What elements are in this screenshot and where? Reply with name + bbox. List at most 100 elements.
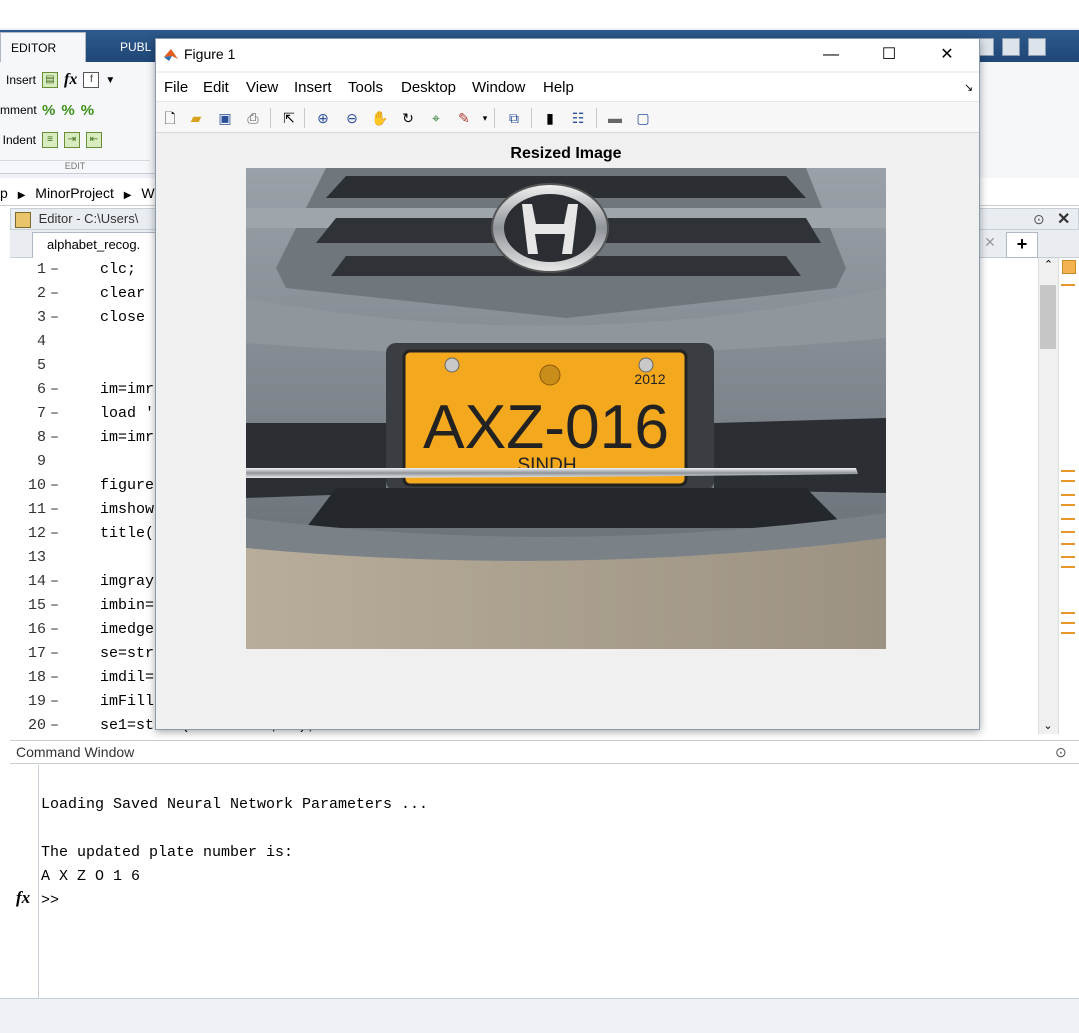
code-text[interactable]: imbin= <box>100 594 154 618</box>
link-plot-icon[interactable]: ⧉ <box>505 109 523 127</box>
breakpoint-marker[interactable]: – <box>50 402 59 426</box>
code-text[interactable]: clear <box>100 282 145 306</box>
scroll-down-icon[interactable]: ⌄ <box>1039 719 1057 732</box>
tab-editor[interactable]: EDITOR <box>0 32 86 62</box>
dock-arrow-icon[interactable]: ↘ <box>964 81 973 94</box>
close-button[interactable]: ✕ <box>918 39 976 71</box>
new-figure-icon[interactable]: 🗋 <box>161 109 179 127</box>
menu-edit[interactable]: Edit <box>203 79 229 96</box>
breakpoint-marker[interactable]: – <box>50 498 59 522</box>
hide-plot-tools-icon[interactable]: ▬ <box>606 109 624 127</box>
rotate-3d-icon[interactable]: ↻ <box>399 109 417 127</box>
line-number[interactable]: 5 <box>10 354 46 378</box>
breadcrumb-item[interactable]: W <box>141 185 154 201</box>
line-number[interactable]: 14 <box>10 570 46 594</box>
ribbon-row-indent[interactable]: Indent ≡ ⇥ ⇤ <box>0 127 102 153</box>
code-text[interactable]: imFill <box>100 690 154 714</box>
ribbon-row-insert[interactable]: Insert ▤ fx f ▼ <box>0 67 115 93</box>
line-number[interactable]: 2 <box>10 282 46 306</box>
line-number[interactable]: 11 <box>10 498 46 522</box>
code-text[interactable]: im=imr <box>100 426 154 450</box>
warning-marker[interactable] <box>1061 470 1075 472</box>
colorbar-icon[interactable]: ▮ <box>541 109 559 127</box>
insert-icon[interactable]: ▤ <box>42 72 58 88</box>
breakpoint-marker[interactable]: – <box>50 618 59 642</box>
menu-help[interactable]: Help <box>543 79 574 96</box>
line-number[interactable]: 3 <box>10 306 46 330</box>
breakpoint-marker[interactable]: – <box>50 714 59 734</box>
line-number[interactable]: 10 <box>10 474 46 498</box>
pointer-icon[interactable]: ⇱ <box>280 109 298 127</box>
line-number[interactable]: 9 <box>10 450 46 474</box>
figure-window[interactable]: Figure 1 — ☐ ✕ File Edit View Insert Too… <box>155 38 980 730</box>
close-tab-icon[interactable]: ✕ <box>980 234 1000 254</box>
line-number[interactable]: 16 <box>10 618 46 642</box>
data-cursor-icon[interactable]: ⌖ <box>427 109 445 127</box>
smart-indent-icon[interactable]: ≡ <box>42 132 58 148</box>
editor-close-icon[interactable]: ✕ <box>1057 209 1070 229</box>
line-number[interactable]: 20 <box>10 714 46 734</box>
breadcrumb-item[interactable]: MinorProject <box>35 185 114 201</box>
code-text[interactable]: im=imr <box>100 378 154 402</box>
menu-insert[interactable]: Insert <box>294 79 332 96</box>
line-number[interactable]: 12 <box>10 522 46 546</box>
warning-marker[interactable] <box>1061 531 1075 533</box>
function-icon[interactable]: f <box>83 72 100 88</box>
zoom-out-icon[interactable]: ⊖ <box>343 109 361 127</box>
code-text[interactable]: se=str <box>100 642 154 666</box>
line-number[interactable]: 13 <box>10 546 46 570</box>
menu-view[interactable]: View <box>246 79 278 96</box>
scroll-up-icon[interactable]: ⌃ <box>1039 258 1058 271</box>
warning-indicator-icon[interactable] <box>1062 260 1076 274</box>
code-text[interactable]: figure <box>100 474 154 498</box>
function-browser-icon[interactable]: fx <box>16 888 30 908</box>
editor-options-icon[interactable]: ⊙ <box>1033 211 1045 228</box>
breakpoint-marker[interactable]: – <box>50 594 59 618</box>
maximize-button[interactable]: ☐ <box>860 39 918 71</box>
line-number[interactable]: 4 <box>10 330 46 354</box>
code-text[interactable]: imshow <box>100 498 154 522</box>
brush-dropdown-icon[interactable]: ▾ <box>476 109 494 127</box>
open-file-icon[interactable]: ▰ <box>187 109 205 127</box>
print-icon[interactable]: ⎙ <box>244 109 262 127</box>
warning-marker[interactable] <box>1061 518 1075 520</box>
save-icon[interactable]: ▣ <box>216 109 234 127</box>
code-text[interactable]: clc; <box>100 258 136 282</box>
legend-icon[interactable]: ☷ <box>569 109 587 127</box>
warning-marker[interactable] <box>1061 543 1075 545</box>
menu-file[interactable]: File <box>164 79 188 96</box>
file-tab[interactable]: alphabet_recog. <box>32 232 157 258</box>
code-text[interactable]: close <box>100 306 145 330</box>
line-number[interactable]: 19 <box>10 690 46 714</box>
breakpoint-marker[interactable]: – <box>50 378 59 402</box>
command-window-options-icon[interactable]: ⊙ <box>1055 744 1067 761</box>
code-text[interactable]: imedge <box>100 618 154 642</box>
ribbon-row-comment[interactable]: mment % % % <box>0 97 94 123</box>
warning-marker[interactable] <box>1061 284 1075 286</box>
show-plot-tools-icon[interactable]: ▢ <box>634 109 652 127</box>
code-text[interactable]: imdil= <box>100 666 154 690</box>
fx-icon[interactable]: fx <box>64 71 77 89</box>
breakpoint-marker[interactable]: – <box>50 306 59 330</box>
zoom-in-icon[interactable]: ⊕ <box>314 109 332 127</box>
breakpoint-marker[interactable]: – <box>50 642 59 666</box>
line-number[interactable]: 8 <box>10 426 46 450</box>
line-number[interactable]: 18 <box>10 666 46 690</box>
warning-marker[interactable] <box>1061 566 1075 568</box>
warning-marker[interactable] <box>1061 494 1075 496</box>
menu-tools[interactable]: Tools <box>348 79 383 96</box>
pan-icon[interactable]: ✋ <box>371 109 389 127</box>
breakpoint-marker[interactable]: – <box>50 426 59 450</box>
brush-icon[interactable]: ✎ <box>455 109 473 127</box>
breakpoint-marker[interactable]: – <box>50 282 59 306</box>
menu-window[interactable]: Window <box>472 79 525 96</box>
breakpoint-marker[interactable]: – <box>50 690 59 714</box>
comment-percent-icon[interactable]: % <box>42 102 55 119</box>
warning-marker[interactable] <box>1061 480 1075 482</box>
warning-marker[interactable] <box>1061 612 1075 614</box>
dropdown-icon[interactable]: ▼ <box>105 75 115 86</box>
line-number[interactable]: 15 <box>10 594 46 618</box>
indent-decrease-icon[interactable]: ⇤ <box>86 132 102 148</box>
line-number[interactable]: 17 <box>10 642 46 666</box>
line-number[interactable]: 6 <box>10 378 46 402</box>
